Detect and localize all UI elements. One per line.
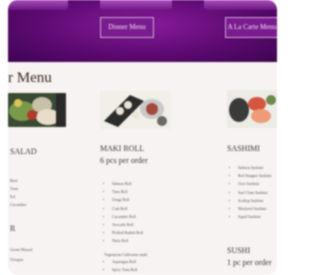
maki-roll-photo <box>100 91 171 129</box>
salad-item: Beef <box>10 178 18 183</box>
list-item: Squid Sashimi <box>238 213 272 221</box>
roll-left-title: R <box>10 224 16 233</box>
list-item: Red Snapper Sashimi <box>238 172 272 180</box>
salad-item: Tuna <box>10 186 19 191</box>
roll-left-item: Octopus <box>10 257 24 262</box>
sushi-subtitle: 1 pc per order <box>227 258 272 267</box>
list-item: Cucumber Roll <box>112 213 143 221</box>
salad-item: Eel <box>10 194 16 199</box>
list-item: Crab Roll <box>112 205 143 213</box>
list-item: Tuna Roll <box>112 188 143 196</box>
list-item: Mackerel Sashimi <box>238 205 272 213</box>
sushi-title: SUSHI <box>227 246 251 255</box>
banner-nav-tab[interactable] <box>8 0 68 10</box>
maki-roll-title: MAKI ROLL <box>100 144 145 153</box>
list-item: Natto Roll <box>112 237 143 245</box>
list-item: Unagi Roll <box>112 196 143 204</box>
page-frame: Dinner Menu A La Carte Menu r Menu SALAD… <box>8 0 277 275</box>
list-item: Pickled Radish Roll <box>112 229 143 237</box>
list-item: Spicy Tuna Roll <box>112 266 137 274</box>
maki-roll-subtitle: 6 pcs per order <box>100 156 148 165</box>
roll-left-item: Green Mussel <box>10 247 33 252</box>
list-item: Octo Sashimi <box>238 180 272 188</box>
sashimi-photo <box>227 90 277 128</box>
list-item: Scallop Sashimi <box>238 197 272 205</box>
maki-roll-note: Vegetarian California maki <box>104 252 148 257</box>
maki-roll-list: Salmon Roll Tuna Roll Unagi Roll Crab Ro… <box>104 180 143 246</box>
salad-item: Cucumber <box>10 202 27 207</box>
page-title: r Menu <box>8 70 52 86</box>
banner-nav-tab[interactable] <box>204 0 277 10</box>
dinner-menu-button[interactable]: Dinner Menu <box>100 17 154 38</box>
sashimi-title: SASHIMI <box>227 144 260 153</box>
list-item: Avocado Roll <box>112 221 143 229</box>
salad-title: SALAD <box>10 147 37 156</box>
list-item: Surf Clam Sashimi <box>238 189 272 197</box>
header-banner: Dinner Menu A La Carte Menu <box>8 0 277 62</box>
a-la-carte-menu-button[interactable]: A La Carte Menu <box>225 17 277 38</box>
salad-photo <box>8 93 66 127</box>
maki-roll-list-2: Asparagus Roll Spicy Tuna Roll <box>104 258 137 274</box>
list-item: Salmon Roll <box>112 180 143 188</box>
list-item: Asparagus Roll <box>112 258 137 266</box>
sashimi-list: Salmon Sashimi Red Snapper Sashimi Octo … <box>230 164 272 221</box>
list-item: Salmon Sashimi <box>238 164 272 172</box>
banner-nav-tab[interactable] <box>100 0 172 10</box>
